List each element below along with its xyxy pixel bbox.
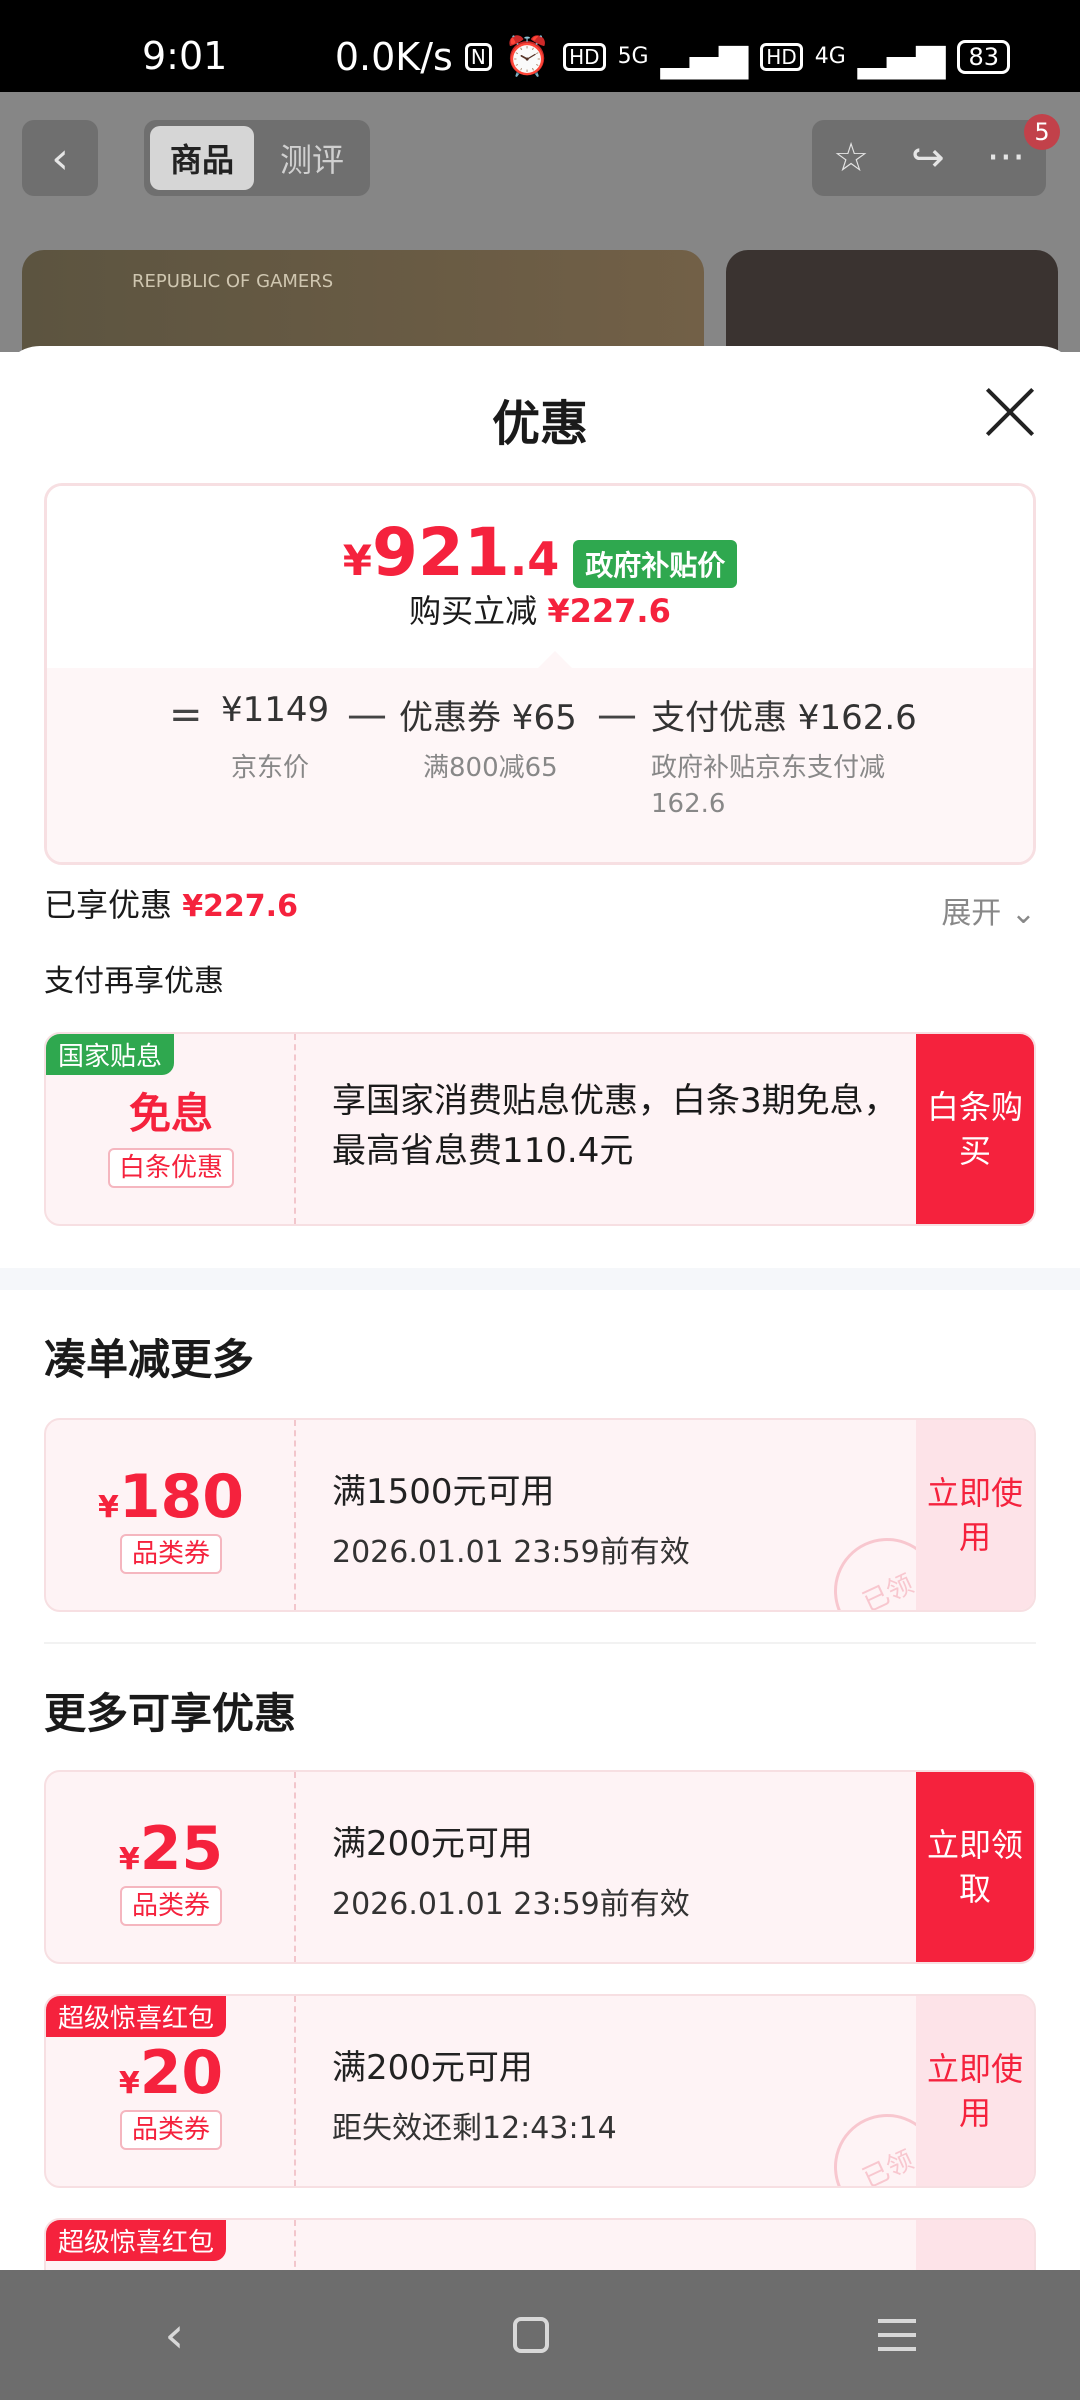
coupon-amount: ¥180 <box>97 1462 245 1532</box>
coupon-amount: ¥25 <box>118 1814 224 1884</box>
coupon-validity: 2026.01.01 23:59前有效 <box>332 1535 690 1570</box>
star-icon[interactable]: ☆ <box>833 135 869 181</box>
section-title-more-offers: 更多可享优惠 <box>44 1689 297 1738</box>
coupon-partial: 超级惊喜红包 <box>44 2218 1036 2270</box>
use-now-button[interactable]: 立即使用 <box>916 1420 1034 1610</box>
signal-bars-icon-2: ▂▄▆ <box>857 34 946 79</box>
hd-icon: HD <box>563 42 606 71</box>
final-price: ¥ 921 .4 政府补贴价 <box>47 514 1033 591</box>
coupon-condition: 满200元可用 <box>332 1824 533 1864</box>
coupon-25: ¥25 品类券 满200元可用 2026.01.01 23:59前有效 立即领取 <box>44 1770 1036 1964</box>
super-surprise-tag: 超级惊喜红包 <box>46 1996 227 2037</box>
discount-sheet: 优惠 ¥ 921 .4 政府补贴价 购买立减 ¥227.6 = ¥1149 京东… <box>0 346 1080 2270</box>
reduce-line: 购买立减 ¥227.6 <box>409 592 671 630</box>
signal-bars-icon: ▂▄▆ <box>660 34 749 79</box>
more-icon[interactable]: ··· <box>987 135 1025 181</box>
close-icon[interactable] <box>984 386 1036 438</box>
jd-price-label: 京东价 <box>231 753 310 783</box>
alarm-icon: ⏰ <box>503 34 552 78</box>
price-calc: = ¥1149 京东价 — 优惠券 ¥65 满800减65 — 支付优惠 ¥16… <box>47 668 1033 862</box>
baitiao-text: 享国家消费贴息优惠，白条3期免息，最高省息费110.4元 <box>332 1081 898 1171</box>
hd-icon-2: HD <box>760 42 803 71</box>
coupon-category: 品类券 <box>120 1886 222 1926</box>
coupon-validity: 2026.01.01 23:59前有效 <box>332 1887 690 1922</box>
minus-sign: — <box>347 692 387 738</box>
network-speed: 0.0K/s <box>334 34 453 79</box>
sheet-title: 优惠 <box>491 396 588 452</box>
pay-discount-label: 政府补贴京东支付减162.6 <box>651 753 886 819</box>
notification-badge: 5 <box>1024 114 1060 150</box>
pay-more-title: 支付再享优惠 <box>44 964 224 999</box>
system-nav-bar: ‹ <box>0 2270 1080 2400</box>
interest-free-label: 免息 <box>128 1089 213 1138</box>
coupon-20: 超级惊喜红包 ¥20 品类券 满200元可用 距失效还剩12:43:14 已领 … <box>44 1994 1036 2188</box>
nav-recents-icon[interactable] <box>877 2319 916 2351</box>
claim-now-button[interactable]: 立即领取 <box>916 1772 1034 1962</box>
signal-4g-icon: 4G <box>814 44 846 69</box>
gov-subsidy-tag: 政府补贴价 <box>573 540 738 588</box>
rog-logo: REPUBLIC OF GAMERS <box>132 271 334 292</box>
chevron-down-icon: ⌄ <box>1010 896 1036 931</box>
coupon-countdown: 距失效还剩12:43:14 <box>332 2111 617 2146</box>
price-summary: ¥ 921 .4 政府补贴价 购买立减 ¥227.6 = ¥1149 京东价 —… <box>44 483 1036 865</box>
top-tabs: 商品 测评 <box>144 120 370 196</box>
signal-5g-icon: 5G <box>617 44 649 69</box>
baitiao-cat: 白条优惠 <box>108 1148 234 1188</box>
use-now-button[interactable]: 立即使用 <box>916 1996 1034 2186</box>
coupon-category: 品类券 <box>120 1534 222 1574</box>
enjoyed-discount: 已享优惠 ¥227.6 <box>44 886 298 924</box>
section-divider <box>0 1268 1080 1290</box>
header-actions: ☆ ↪ ··· 5 <box>812 114 1060 196</box>
equals-sign: = <box>169 692 203 738</box>
tab-product[interactable]: 商品 <box>150 126 254 190</box>
coupon-amount: ¥20 <box>118 2038 224 2108</box>
status-time: 9:01 <box>142 34 228 78</box>
expand-toggle[interactable]: 展开 ⌄ <box>941 888 1036 932</box>
national-subsidy-tag: 国家贴息 <box>46 1034 175 1075</box>
battery-icon: 83 <box>957 39 1010 74</box>
nfc-icon: N <box>464 42 492 71</box>
share-icon[interactable]: ↪ <box>911 135 945 181</box>
baitiao-card: 国家贴息 免息 白条优惠 享国家消费贴息优惠，白条3期免息，最高省息费110.4… <box>44 1032 1036 1226</box>
super-surprise-tag: 超级惊喜红包 <box>46 2220 227 2261</box>
coupon-condition: 满1500元可用 <box>332 1472 555 1512</box>
section-title-more-order: 凑单减更多 <box>44 1335 255 1384</box>
coupon-discount: 优惠券 ¥65 <box>399 698 577 738</box>
nav-home-icon[interactable] <box>512 2317 549 2353</box>
coupon-category: 品类券 <box>120 2110 222 2150</box>
coupon-condition: 满200元可用 <box>332 2048 533 2088</box>
nav-back-icon[interactable]: ‹ <box>164 2306 184 2364</box>
baitiao-buy-button[interactable]: 白条购买 <box>916 1034 1034 1224</box>
coupon-180: ¥180 品类券 满1500元可用 2026.01.01 23:59前有效 已领… <box>44 1418 1036 1612</box>
tab-review[interactable]: 测评 <box>260 126 364 190</box>
back-button[interactable]: ‹ <box>22 120 98 196</box>
chevron-left-icon: ‹ <box>51 132 69 184</box>
jd-price: ¥1149 <box>221 690 330 730</box>
status-bar: 9:01 0.0K/s N ⏰ HD 5G ▂▄▆ HD 4G ▂▄▆ 83 <box>0 0 1080 92</box>
pay-discount: 支付优惠 ¥162.6 <box>651 698 917 738</box>
coupon-discount-label: 满800减65 <box>423 753 558 783</box>
status-icons: 0.0K/s N ⏰ HD 5G ▂▄▆ HD 4G ▂▄▆ 83 <box>335 34 1010 79</box>
minus-sign-2: — <box>597 692 637 738</box>
